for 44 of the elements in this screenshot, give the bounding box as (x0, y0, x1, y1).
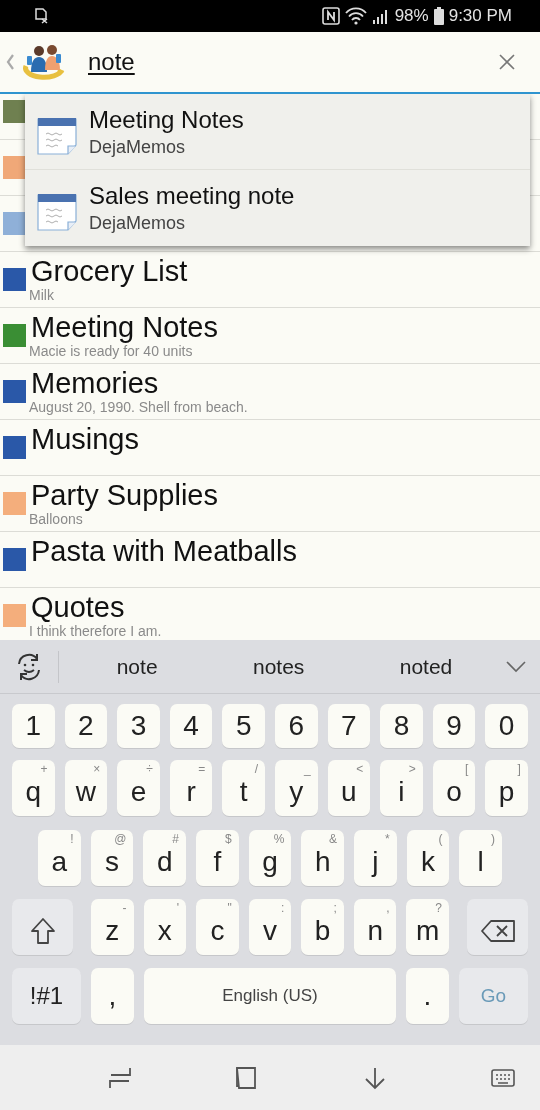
key-hint: ÷ (146, 762, 153, 776)
key-hint: < (356, 762, 364, 776)
note-title: Party Supplies (31, 479, 218, 511)
suggestion-source: DejaMemos (89, 135, 187, 159)
note-title: Memories (31, 367, 160, 399)
key-hint: [ (465, 762, 469, 776)
key-hint: ; (333, 901, 337, 915)
note-preview: I think therefore I am. (29, 623, 162, 639)
key-hint: * (385, 832, 390, 846)
key-hint: ( (438, 832, 443, 846)
key-hint: # (172, 832, 179, 846)
key-hint: + (40, 762, 48, 776)
key-hint: @ (114, 832, 127, 846)
suggestion-title: Meeting Notes (89, 104, 244, 135)
key-hint: & (329, 832, 338, 846)
key-hint: ] (517, 762, 521, 776)
key-hint: ! (70, 832, 74, 846)
note-title: Meeting Notes (31, 311, 218, 343)
key-hint: × (93, 762, 101, 776)
key-hint: $ (225, 832, 232, 846)
key-hint: " (227, 901, 232, 915)
key-hint: : (280, 901, 285, 915)
note-preview: Milk (29, 287, 55, 303)
suggestion-source: DejaMemos (89, 212, 187, 235)
key-hint: - (122, 901, 127, 915)
key-hint: , (386, 901, 390, 915)
note-title: Quotes (31, 591, 126, 623)
key-hint: > (408, 762, 416, 776)
clock-time: 9:30 PM (448, 6, 512, 26)
note-preview: August 20, 1990. Shell from beach. (29, 399, 248, 415)
key-hint: ) (491, 832, 496, 846)
note-title: Grocery List (31, 255, 188, 287)
key-hint: _ (303, 762, 311, 776)
key-hint: ? (435, 901, 443, 915)
note-title: Musings (31, 423, 139, 455)
suggestion-title: Sales meeting note (89, 181, 295, 211)
battery-percent: 98% (394, 6, 429, 26)
note-title: Pasta with Meatballs (31, 535, 297, 567)
key-hint: = (198, 762, 206, 776)
note-preview: Balloons (29, 511, 84, 527)
key-hint: ' (176, 901, 180, 915)
key-hint: % (273, 832, 285, 846)
note-preview: Macie is ready for 40 units (29, 343, 194, 359)
key-hint: / (254, 762, 258, 776)
